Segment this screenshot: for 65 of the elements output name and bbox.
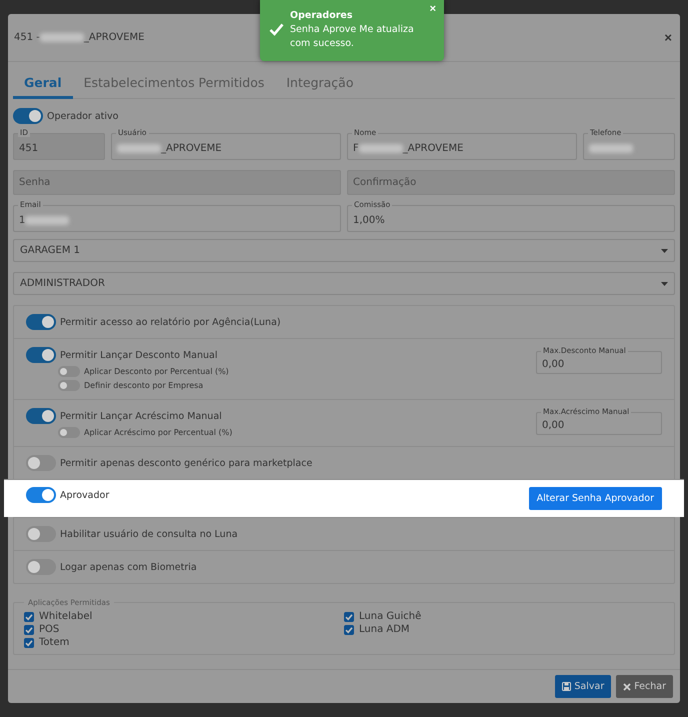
toggle-label: Permitir Lançar Acréscimo Manual: [60, 410, 222, 422]
field-value: 1,00%: [353, 215, 385, 226]
checkbox[interactable]: [24, 624, 34, 634]
redaction-blur: [589, 144, 633, 153]
placeholder-text: Senha: [19, 177, 50, 188]
caret-icon: [661, 282, 668, 286]
toggle-label: Aprovador: [60, 490, 110, 500]
toggle-switch[interactable]: [26, 314, 56, 330]
checkbox-label: Totem: [39, 637, 70, 648]
redaction-blur: [40, 33, 84, 42]
toggle-label: Permitir apenas desconto genérico para marketplace: [60, 458, 312, 468]
change-password-button[interactable]: Alterar Senha Aprovador: [528, 487, 662, 510]
close-button[interactable]: ×: [430, 3, 436, 15]
toggle-switch[interactable]: [58, 427, 80, 438]
checkbox-label: POS: [39, 624, 60, 635]
toggle-label: Operador ativo: [47, 110, 118, 122]
window-title: _APROVEME: [84, 32, 144, 43]
tab[interactable]: Estabelecimentos Permitidos: [72, 69, 276, 99]
toggle-label: Habilitar usuário de consulta no Luna: [60, 528, 238, 540]
check-icon: [269, 23, 284, 36]
window-title: 451 -: [14, 32, 40, 43]
checkbox[interactable]: [344, 624, 354, 634]
toast-title: Operadores: [290, 9, 354, 23]
checkbox-label: Whitelabel: [39, 611, 92, 622]
toggle-switch[interactable]: [26, 347, 56, 363]
toggle-label: Permitir Lançar Desconto Manual: [60, 350, 218, 360]
checkbox[interactable]: [344, 612, 354, 622]
field-value: 1: [19, 215, 26, 226]
field-value: F: [353, 143, 359, 154]
close-button[interactable]: Fechar: [616, 675, 673, 698]
toast-message: Senha Aprove Me atualiza com sucesso.: [290, 23, 415, 51]
select-field[interactable]: GARAGEM 1: [13, 239, 675, 262]
toggle-switch[interactable]: [26, 408, 56, 424]
field-value: _APROVEME: [402, 143, 464, 154]
field-value: 0,00: [542, 359, 564, 370]
checkbox-label: Luna Guichê: [359, 611, 422, 622]
field-value: _APROVEME: [161, 143, 222, 154]
checkbox-label: Luna ADM: [359, 624, 410, 635]
toggle-switch[interactable]: [26, 487, 56, 503]
toggle-switch[interactable]: [13, 108, 43, 124]
close-button[interactable]: ×: [664, 30, 672, 45]
placeholder-text: Confirmação: [353, 177, 416, 188]
field-value: 0,00: [542, 420, 564, 431]
tab[interactable]: Geral: [13, 69, 73, 99]
tab[interactable]: Integração: [275, 69, 364, 99]
redaction-blur: [25, 216, 70, 225]
field-value: 451: [19, 143, 38, 154]
save-button[interactable]: Salvar: [555, 675, 612, 698]
toggle-label: Definir desconto por Empresa: [84, 381, 204, 390]
toggle-switch[interactable]: [26, 526, 56, 542]
toggle-switch[interactable]: [26, 455, 56, 471]
checkbox[interactable]: [24, 638, 34, 648]
close-icon: [623, 682, 632, 690]
toggle-label: Logar apenas com Biometria: [60, 562, 197, 572]
redaction-blur: [117, 144, 161, 153]
toggle-label: Aplicar Desconto por Percentual (%): [84, 367, 229, 376]
toggle-switch[interactable]: [26, 559, 56, 575]
toggle-label: Aplicar Acréscimo por Percentual (%): [84, 428, 232, 437]
checkbox[interactable]: [24, 612, 34, 622]
toggle-label: Permitir acesso ao relatório por Agência(Luna): [60, 316, 281, 328]
caret-icon: [661, 248, 668, 252]
toggle-switch[interactable]: [58, 366, 80, 377]
redaction-blur: [358, 144, 403, 153]
toggle-switch[interactable]: [58, 380, 80, 391]
select-field[interactable]: ADMINISTRADOR: [13, 272, 675, 295]
